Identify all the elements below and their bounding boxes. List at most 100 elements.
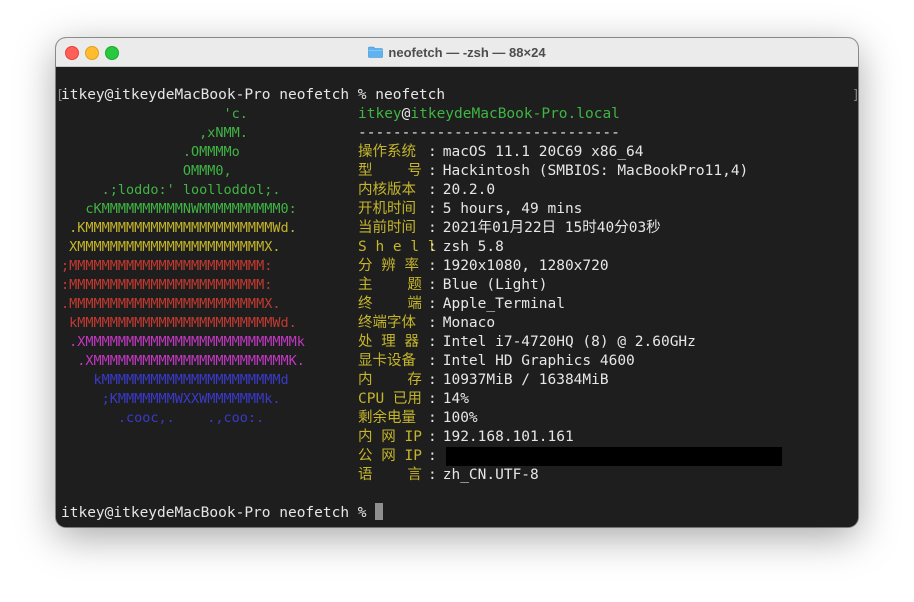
logo-line: .cooc,. .,coo:. — [61, 410, 265, 426]
logo-line: XMMMMMMMMMMMMMMMMMMMMMMMX. — [61, 239, 281, 255]
logo-line: ;MMMMMMMMMMMMMMMMMMMMMMMM: — [61, 258, 273, 274]
bracket-right: ] — [852, 88, 858, 103]
info-value: 2021年01月22日 15时40分03秒 — [442, 220, 661, 236]
info-colon: : — [428, 448, 437, 464]
logo-line: .XMMMMMMMMMMMMMMMMMMMMMMMMK. — [61, 353, 305, 369]
command-prompt-line: itkey@itkeydeMacBook-Pro neofetch % neof… — [61, 87, 446, 103]
header-host: itkeydeMacBook-Pro.local — [410, 106, 620, 122]
info-colon: : — [428, 277, 437, 293]
info-row: 剩余电量:100% — [358, 409, 478, 428]
title-bar[interactable]: neofetch — -zsh — 88×24 — [56, 38, 858, 67]
info-value: Blue (Light) — [442, 277, 548, 293]
redacted-block — [446, 447, 782, 466]
info-row: S h e l l: zsh 5.8 — [358, 238, 504, 257]
logo-line: .;loddo:' loolloddol;. — [61, 182, 281, 198]
text-cursor — [375, 503, 384, 520]
info-colon: : — [428, 372, 437, 388]
info-colon: : — [428, 467, 437, 483]
info-value: Hackintosh (SMBIOS: MacBookPro11,4) — [442, 163, 749, 179]
header-user: itkey — [358, 106, 402, 122]
info-row: 操作系统: macOS 11.1 20C69 x86_64 — [358, 143, 644, 162]
info-row: 内核版本:20.2.0 — [358, 181, 495, 200]
logo-line: OMMM0, — [61, 163, 232, 179]
info-row: 内 网 IP:192.168.101.161 — [358, 428, 574, 447]
info-key: 内核版本 — [358, 182, 416, 198]
logo-line: ,xNMM. — [61, 125, 248, 141]
info-row: 公 网 IP: — [358, 447, 443, 466]
info-key: CPU 已用 — [358, 391, 422, 407]
final-prompt-line[interactable]: itkey@itkeydeMacBook-Pro neofetch % — [61, 503, 384, 522]
info-separator: ------------------------------ — [358, 125, 620, 141]
info-value: zh_CN.UTF-8 — [442, 467, 539, 483]
info-value: Apple_Terminal — [442, 296, 565, 312]
info-header: itkey@itkeydeMacBook-Pro.local — [358, 105, 620, 124]
info-value: 20.2.0 — [442, 182, 496, 198]
info-value: Intel i7-4720HQ (8) @ 2.60GHz — [442, 334, 696, 350]
info-value: 192.168.101.161 — [442, 429, 574, 445]
logo-line: .MMMMMMMMMMMMMMMMMMMMMMMMX. — [61, 296, 281, 312]
info-key: 型 号 — [358, 163, 422, 179]
info-key: S h e l l — [358, 239, 437, 255]
info-value: 14% — [442, 391, 469, 407]
logo-line: ;KMMMMMMMWXXWMMMMMMMk. — [61, 391, 281, 407]
info-colon: : — [428, 220, 437, 236]
info-value: zsh 5.8 — [442, 239, 504, 255]
info-row: 终端字体: Monaco — [358, 314, 495, 333]
logo-line: .KMMMMMMMMMMMMMMMMMMMMMMMWd. — [61, 220, 297, 236]
info-row: 内 存:10937MiB / 16384MiB — [358, 371, 609, 390]
logo-line: :MMMMMMMMMMMMMMMMMMMMMMMM: — [61, 277, 273, 293]
info-row: 主 题: Blue (Light) — [358, 276, 548, 295]
info-colon: : — [428, 144, 437, 160]
window-title-container: neofetch — -zsh — 88×24 — [56, 38, 858, 66]
info-colon: : — [428, 239, 437, 255]
info-value: macOS 11.1 20C69 x86_64 — [442, 144, 644, 160]
info-value: 100% — [442, 410, 478, 426]
logo-line: kMMMMMMMMMMMMMMMMMMMMMMMMWd. — [61, 315, 297, 331]
info-key: 主 题 — [358, 277, 422, 293]
info-key: 操作系统 — [358, 144, 416, 160]
info-row: 当前时间:2021年01月22日 15时40分03秒 — [358, 219, 661, 238]
info-colon: : — [428, 391, 437, 407]
info-key: 公 网 IP — [358, 448, 422, 464]
logo-line: kMMMMMMMMMMMMMMMMMMMMMMd — [61, 372, 289, 388]
info-key: 内 存 — [358, 372, 422, 388]
info-row: 型 号: Hackintosh (SMBIOS: MacBookPro11,4) — [358, 162, 748, 181]
info-value: Monaco — [442, 315, 496, 331]
final-prompt-text: itkey@itkeydeMacBook-Pro neofetch % — [61, 505, 376, 521]
info-key: 处 理 器 — [358, 334, 419, 350]
logo-line: 'c. — [61, 106, 248, 122]
info-key: 显卡设备 — [358, 353, 416, 369]
window-title: neofetch — -zsh — 88×24 — [388, 44, 546, 60]
logo-line: .OMMMMo — [61, 144, 240, 160]
info-key: 分 辨 率 — [358, 258, 419, 274]
info-row: 开机时间:5 hours, 49 mins — [358, 200, 582, 219]
info-colon: : — [428, 353, 437, 369]
terminal-content[interactable]: [ ] itkey@itkeydeMacBook-Pro neofetch % … — [56, 67, 858, 527]
info-value: Intel HD Graphics 4600 — [442, 353, 635, 369]
info-row: 语 言: zh_CN.UTF-8 — [358, 466, 539, 485]
info-colon: : — [428, 163, 437, 179]
info-value: 10937MiB / 16384MiB — [442, 372, 609, 388]
folder-icon — [368, 46, 384, 58]
info-key: 开机时间 — [358, 201, 416, 217]
info-colon: : — [428, 201, 437, 217]
info-key: 剩余电量 — [358, 410, 416, 426]
info-value: 1920x1080, 1280x720 — [442, 258, 609, 274]
logo-line: cKMMMMMMMMMMNWMMMMMMMMMM0: — [61, 201, 297, 217]
info-colon: : — [428, 258, 437, 274]
info-row: 处 理 器: Intel i7-4720HQ (8) @ 2.60GHz — [358, 333, 696, 352]
info-key: 终端字体 — [358, 315, 416, 331]
info-colon: : — [428, 429, 437, 445]
info-colon: : — [428, 315, 437, 331]
info-key: 当前时间 — [358, 220, 416, 236]
info-colon: : — [428, 182, 437, 198]
info-key: 内 网 IP — [358, 429, 422, 445]
info-row: 分 辨 率:1920x1080, 1280x720 — [358, 257, 609, 276]
info-colon: : — [428, 334, 437, 350]
terminal-window: neofetch — -zsh — 88×24 [ ] itkey@itkeyd… — [56, 38, 858, 527]
info-row: 显卡设备: Intel HD Graphics 4600 — [358, 352, 635, 371]
logo-line: .XMMMMMMMMMMMMMMMMMMMMMMMMMMk — [61, 334, 305, 350]
info-key: 终 端 — [358, 296, 422, 312]
info-row: 终 端: Apple_Terminal — [358, 295, 565, 314]
info-colon: : — [428, 410, 437, 426]
